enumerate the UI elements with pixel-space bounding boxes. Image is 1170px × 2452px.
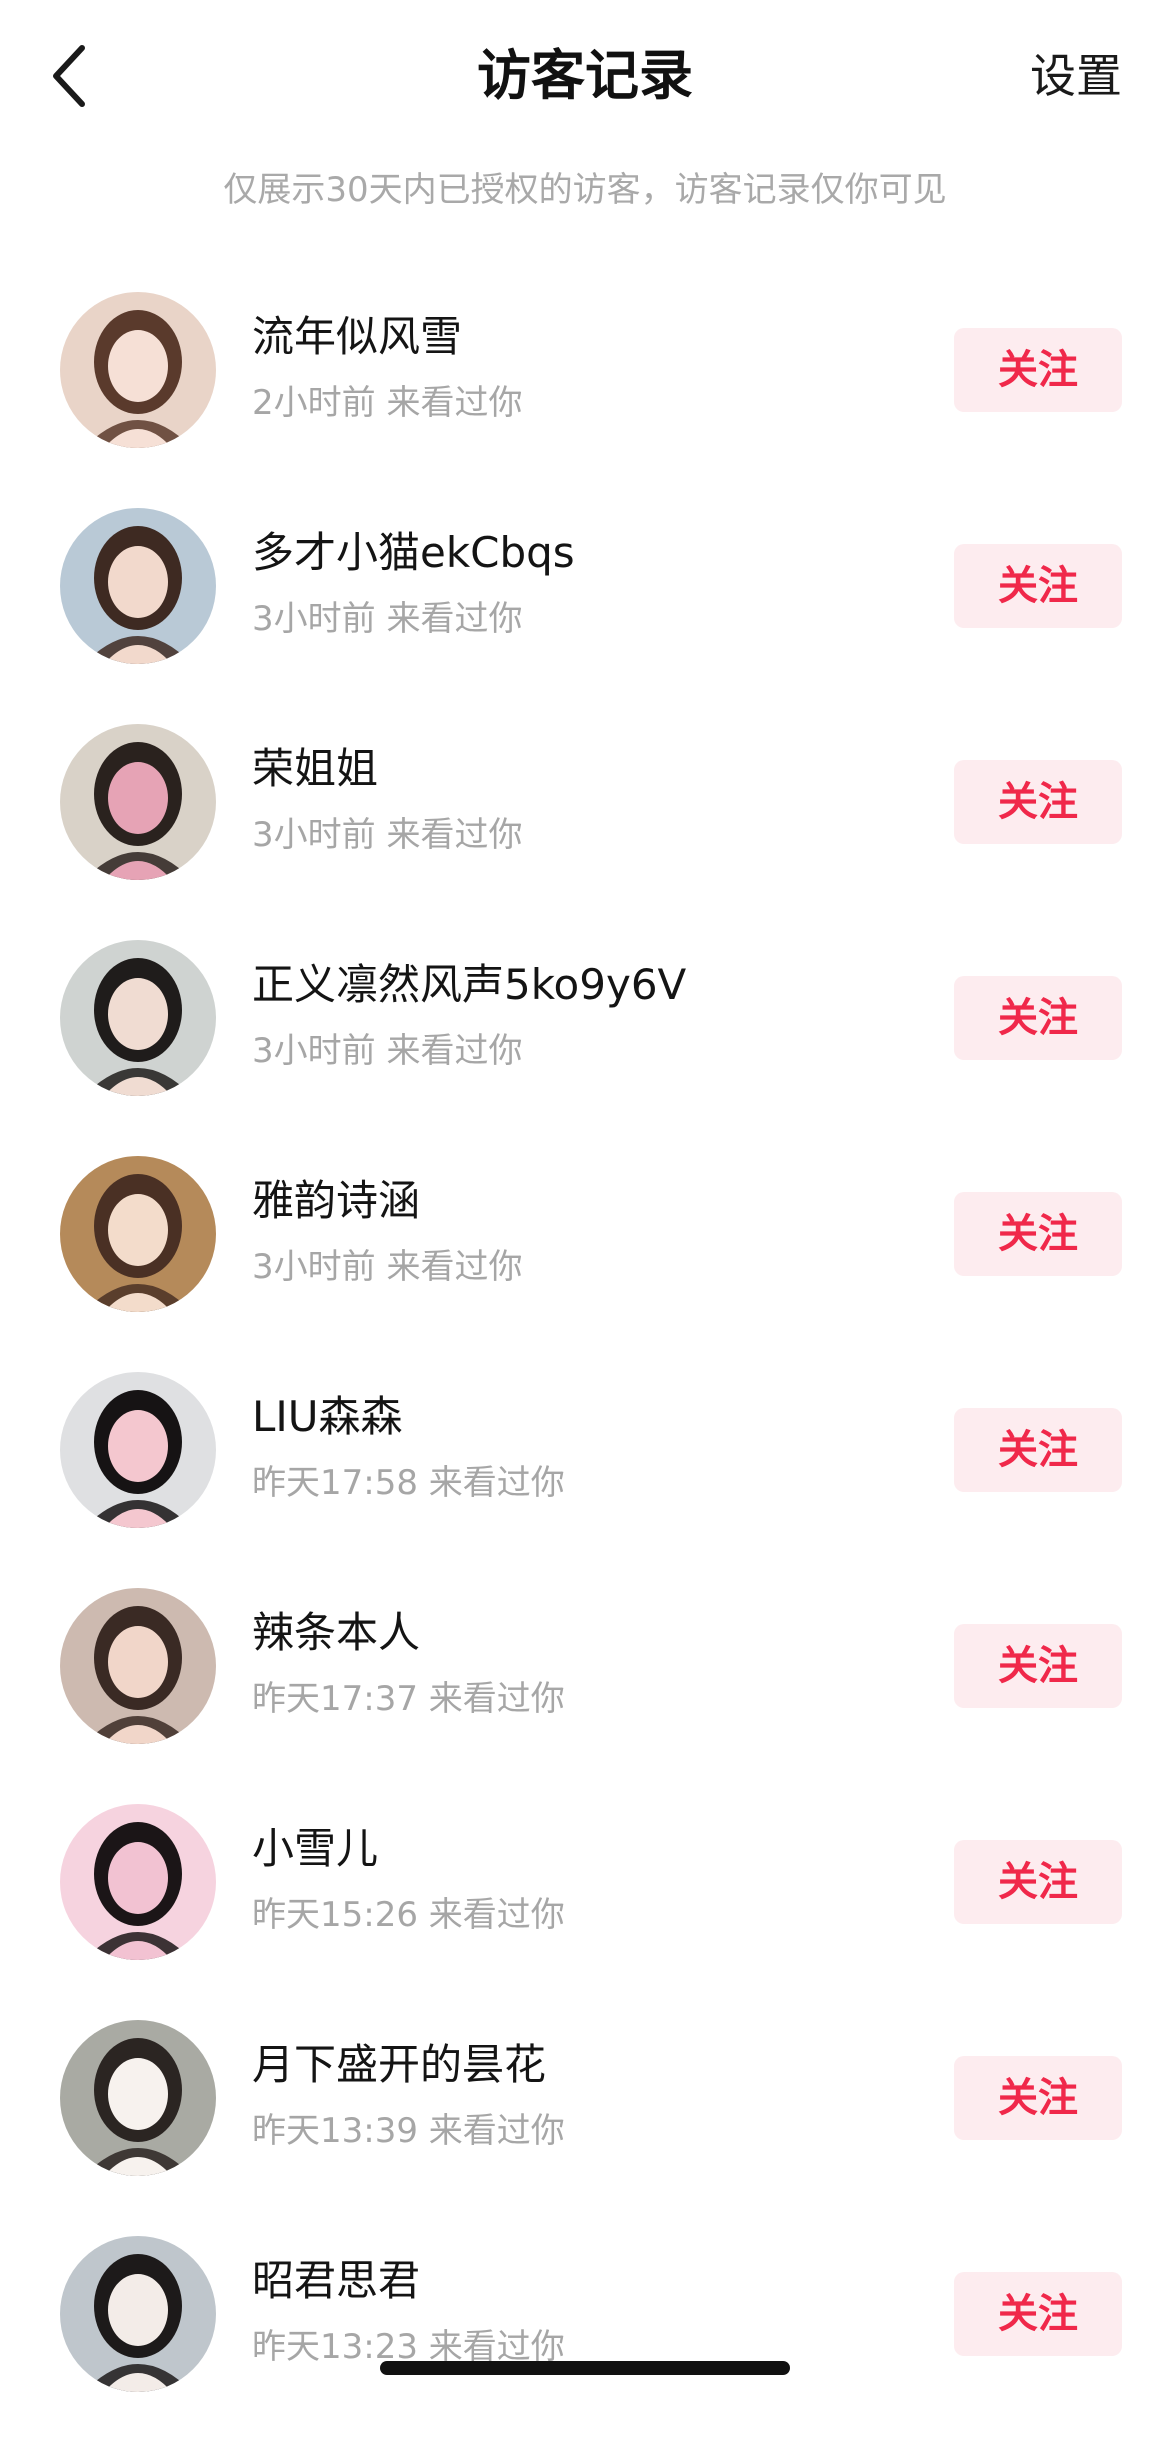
avatar-image — [60, 2236, 216, 2392]
follow-button[interactable]: 关注 — [954, 1192, 1122, 1276]
visitor-name[interactable]: 小雪儿 — [252, 1822, 378, 1876]
avatar[interactable] — [60, 1804, 216, 1960]
top-nav-bar: 访客记录 设置 — [0, 0, 1170, 160]
avatar-image — [60, 1804, 216, 1960]
visitor-name[interactable]: 荣姐姐 — [252, 742, 378, 796]
page-title: 访客记录 — [477, 44, 693, 107]
avatar-image — [60, 2020, 216, 2176]
visitor-row[interactable]: 雅韵诗涵 3小时前 来看过你 关注 — [0, 1156, 1170, 1372]
visitor-row[interactable]: 小雪儿昨天15:26 来看过你 关注 — [0, 1804, 1170, 2020]
visit-time: 3小时前 来看过你 — [252, 1247, 523, 1287]
follow-button[interactable]: 关注 — [954, 328, 1122, 412]
visitor-row[interactable]: 辣条本人昨天17:37 来看过你 关注 — [0, 1588, 1170, 1804]
visitor-row[interactable]: 流年似风雪 2小时前 来看过你 关注 — [0, 292, 1170, 508]
avatar-image — [60, 508, 216, 664]
avatar[interactable] — [60, 508, 216, 664]
avatar[interactable] — [60, 1156, 216, 1312]
visitor-name[interactable]: 昭君思君 — [252, 2254, 420, 2308]
follow-button[interactable]: 关注 — [954, 544, 1122, 628]
visitor-name[interactable]: 正义凛然风声5ko9y6V — [252, 958, 686, 1012]
visit-time: 昨天13:39 来看过你 — [252, 2111, 565, 2151]
visit-time: 2小时前 来看过你 — [252, 383, 523, 423]
follow-button[interactable]: 关注 — [954, 976, 1122, 1060]
visit-time: 3小时前 来看过你 — [252, 599, 523, 639]
visitor-name[interactable]: 流年似风雪 — [252, 310, 462, 364]
visitor-name[interactable]: 辣条本人 — [252, 1606, 420, 1660]
visitor-name[interactable]: 多才小猫ekCbqs — [252, 526, 575, 580]
visitor-row[interactable]: 荣姐姐 3小时前 来看过你 关注 — [0, 724, 1170, 940]
avatar[interactable] — [60, 724, 216, 880]
avatar[interactable] — [60, 1588, 216, 1744]
visitor-row[interactable]: 月下盛开的昙花昨天13:39 来看过你 关注 — [0, 2020, 1170, 2236]
visitor-row[interactable]: 昭君思君 昨天13:23 来看过你 关注 — [0, 2236, 1170, 2452]
avatar-image — [60, 1156, 216, 1312]
avatar[interactable] — [60, 2236, 216, 2392]
privacy-notice: 仅展示30天内已授权的访客，访客记录仅你可见 — [223, 170, 947, 210]
visitor-name[interactable]: 雅韵诗涵 — [252, 1174, 420, 1228]
avatar[interactable] — [60, 292, 216, 448]
visitor-name[interactable]: LIU森森 — [252, 1390, 403, 1444]
avatar-image — [60, 292, 216, 448]
visitor-list: 流年似风雪 2小时前 来看过你 关注 多才小猫ekCbqs 3小时前 来看过你 关注 荣姐姐… — [0, 292, 1170, 2452]
visitor-row[interactable]: LIU森森昨天17:58 来看过你 关注 — [0, 1372, 1170, 1588]
home-indicator — [380, 2361, 790, 2375]
visit-time: 昨天17:58 来看过你 — [252, 1463, 565, 1503]
visit-time: 昨天17:37 来看过你 — [252, 1679, 565, 1719]
visit-time: 3小时前 来看过你 — [252, 815, 523, 855]
follow-button[interactable]: 关注 — [954, 760, 1122, 844]
visitor-name[interactable]: 月下盛开的昙花 — [252, 2038, 546, 2092]
avatar-image — [60, 724, 216, 880]
follow-button[interactable]: 关注 — [954, 1408, 1122, 1492]
visitor-row[interactable]: 正义凛然风声5ko9y6V 3小时前 来看过你 关注 — [0, 940, 1170, 1156]
avatar-image — [60, 940, 216, 1096]
settings-button[interactable]: 设置 — [1030, 46, 1122, 106]
avatar-image — [60, 1588, 216, 1744]
follow-button[interactable]: 关注 — [954, 1840, 1122, 1924]
avatar[interactable] — [60, 2020, 216, 2176]
visitor-row[interactable]: 多才小猫ekCbqs 3小时前 来看过你 关注 — [0, 508, 1170, 724]
avatar[interactable] — [60, 940, 216, 1096]
follow-button[interactable]: 关注 — [954, 2056, 1122, 2140]
visit-time: 昨天15:26 来看过你 — [252, 1895, 565, 1935]
avatar-image — [60, 1372, 216, 1528]
visit-time: 3小时前 来看过你 — [252, 1031, 523, 1071]
avatar[interactable] — [60, 1372, 216, 1528]
follow-button[interactable]: 关注 — [954, 1624, 1122, 1708]
follow-button[interactable]: 关注 — [954, 2272, 1122, 2356]
